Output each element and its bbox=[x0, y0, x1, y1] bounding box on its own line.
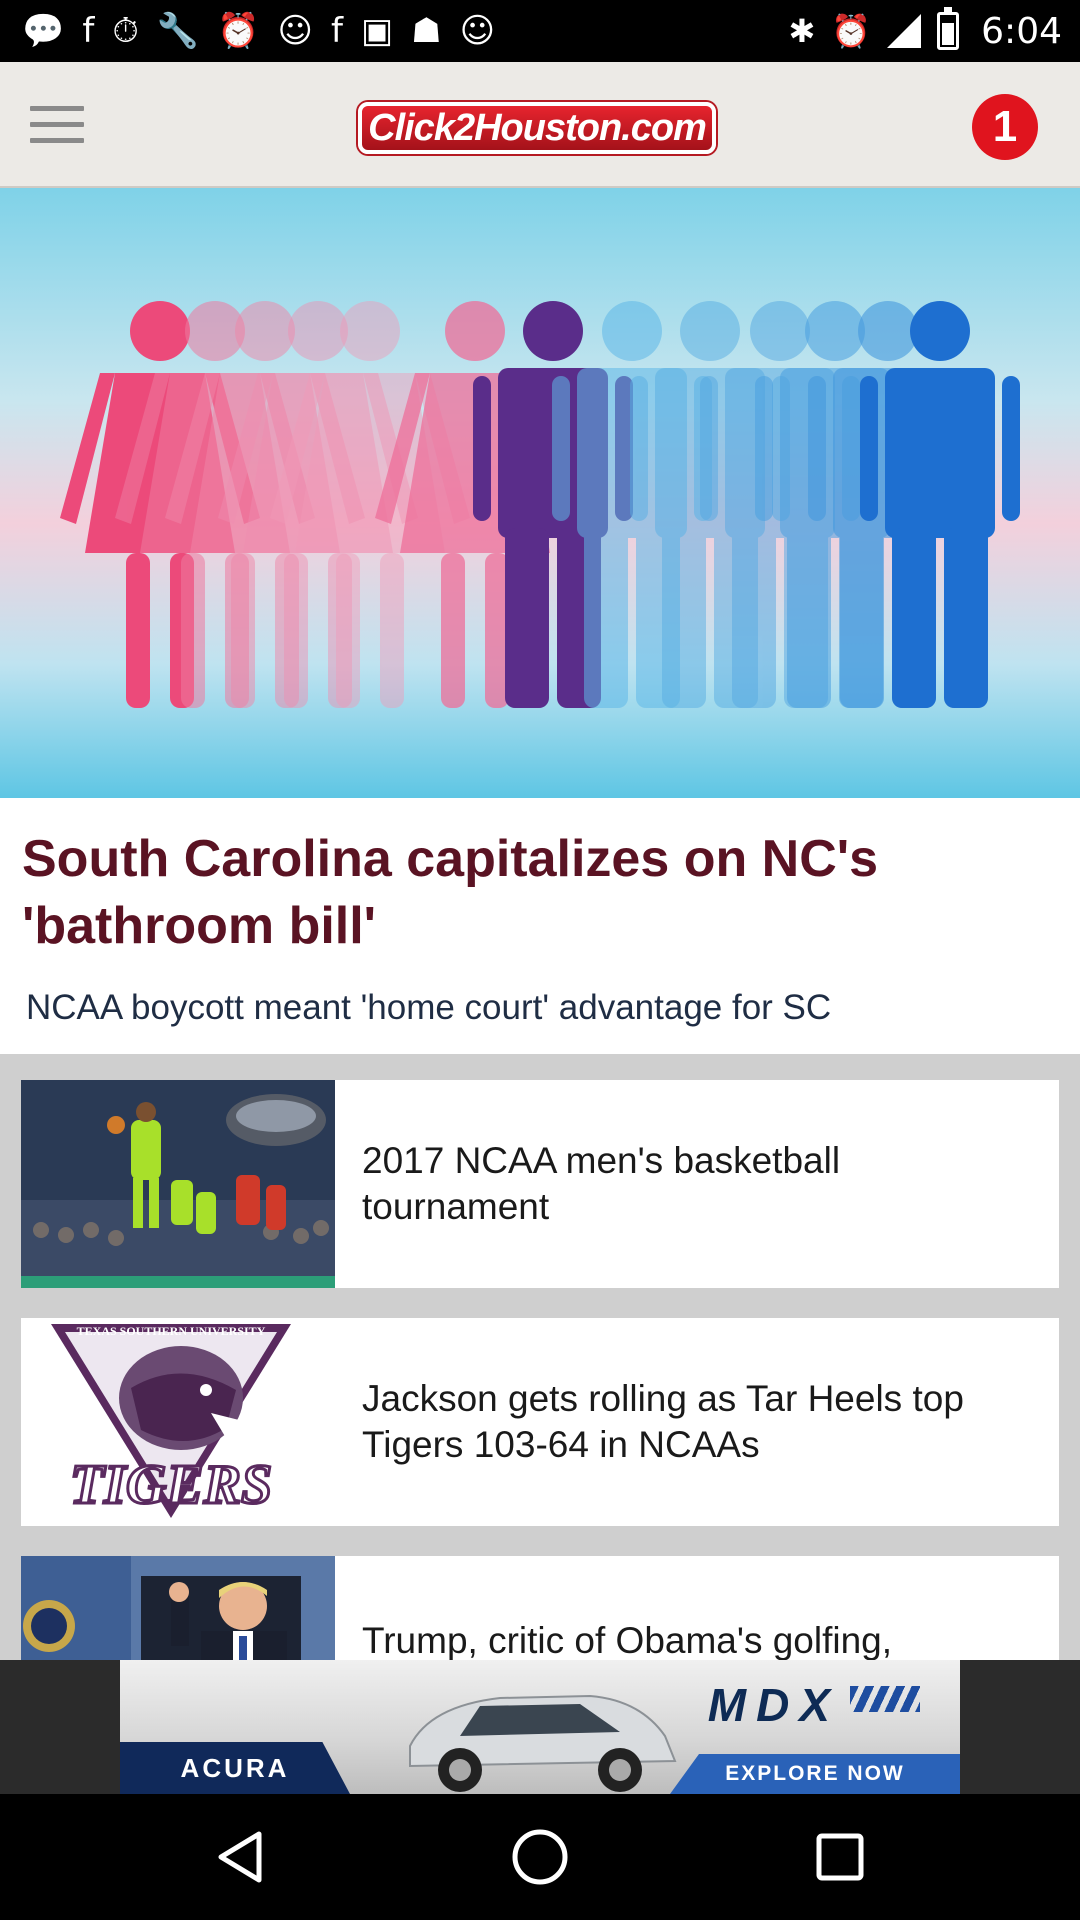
svg-text:TEXAS SOUTHERN UNIVERSITY: TEXAS SOUTHERN UNIVERSITY bbox=[77, 1324, 266, 1338]
story-item-trump[interactable]: Trump, critic of Obama's golfing, bbox=[21, 1556, 1059, 1660]
hero-subhead: NCAA boycott meant 'home court' advantag… bbox=[26, 988, 832, 1027]
signal-icon bbox=[887, 14, 922, 48]
hero-image[interactable] bbox=[0, 188, 1080, 798]
story-title[interactable]: 2017 NCAA men's basketball tournament bbox=[335, 1080, 1059, 1288]
news-feed[interactable]: South Carolina capitalizes on NC's 'bath… bbox=[0, 188, 1080, 1660]
alarm-icon: ⏰ bbox=[217, 11, 260, 51]
notification-icons: 💬 f ⏱ 🔧 ⏰ ☺ f ▣ ☗ ☺ bbox=[0, 14, 495, 48]
recents-icon[interactable] bbox=[800, 1817, 880, 1897]
gender-figures-illustration bbox=[60, 301, 1020, 708]
hero-headline[interactable]: South Carolina capitalizes on NC's 'bath… bbox=[22, 826, 1056, 960]
system-icons: ✱ ⏰ 6:04 bbox=[788, 7, 1080, 52]
ad-stripes bbox=[850, 1686, 920, 1712]
car-image bbox=[409, 1694, 677, 1792]
hamburger-menu-icon[interactable] bbox=[30, 106, 84, 146]
story-title[interactable]: Trump, critic of Obama's golfing, bbox=[335, 1556, 1059, 1660]
facebook-icon: f bbox=[82, 11, 95, 51]
alarm-icon: ⏰ bbox=[831, 12, 872, 50]
texas-southern-tigers-logo: TEXAS SOUTHERN UNIVERSITY TIGERS bbox=[21, 1318, 335, 1526]
wrench-icon: 🔧 bbox=[156, 11, 200, 51]
story-item-tigers[interactable]: TEXAS SOUTHERN UNIVERSITY TIGERS Jackson… bbox=[21, 1318, 1059, 1526]
smiley-icon: ☺ bbox=[459, 11, 496, 51]
home-icon[interactable] bbox=[500, 1817, 580, 1897]
basketball-thumbnail bbox=[21, 1080, 335, 1288]
ad-brand-label: ACURA bbox=[120, 1742, 350, 1794]
ad-explore-button[interactable]: EXPLORE NOW bbox=[670, 1754, 960, 1794]
back-icon[interactable] bbox=[200, 1817, 280, 1897]
timer-icon: ⏱ bbox=[112, 11, 139, 51]
bluetooth-icon: ✱ bbox=[788, 12, 816, 50]
system-nav-bar bbox=[0, 1794, 1080, 1920]
app-icon: ☗ bbox=[411, 11, 442, 51]
facebook-icon: f bbox=[331, 11, 343, 51]
story-item-basketball[interactable]: 2017 NCAA men's basketball tournament bbox=[21, 1080, 1059, 1288]
qt-icon: ▣ bbox=[360, 11, 394, 51]
app-header: Click2Houston.com 1 bbox=[0, 62, 1080, 188]
ad-model-text: MDX bbox=[707, 1679, 840, 1731]
chat-icon: 💬 bbox=[22, 11, 65, 51]
ad-banner-container: MDX ACURA EXPLORE NOW bbox=[0, 1660, 1080, 1794]
battery-icon bbox=[937, 7, 960, 50]
status-bar: 💬 f ⏱ 🔧 ⏰ ☺ f ▣ ☗ ☺ ✱ ⏰ 6:04 bbox=[0, 0, 1080, 62]
hero-story-card[interactable]: South Carolina capitalizes on NC's 'bath… bbox=[0, 798, 1080, 1054]
click2houston-logo[interactable]: Click2Houston.com bbox=[358, 102, 716, 154]
story-title[interactable]: Jackson gets rolling as Tar Heels top Ti… bbox=[335, 1318, 1059, 1526]
svg-text:TIGERS: TIGERS bbox=[70, 1454, 272, 1516]
story-list: 2017 NCAA men's basketball tournament TE… bbox=[0, 1054, 1080, 1660]
trump-thumbnail bbox=[21, 1556, 335, 1660]
smiley-icon: ☺ bbox=[277, 11, 313, 51]
clock: 6:04 bbox=[981, 10, 1062, 52]
notification-badge[interactable]: 1 bbox=[972, 94, 1038, 160]
acura-ad[interactable]: MDX ACURA EXPLORE NOW bbox=[120, 1660, 960, 1794]
